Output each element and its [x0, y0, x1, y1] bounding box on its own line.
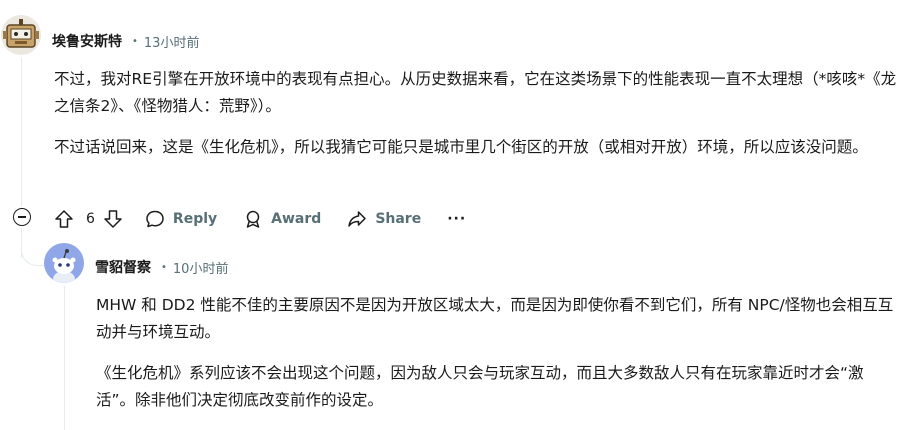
- comment-timestamp[interactable]: 13小时前: [144, 32, 200, 51]
- share-arrow-icon: [348, 211, 367, 227]
- comment-action-bar: 6 Reply Award Share ···: [54, 205, 492, 233]
- comment-timestamp[interactable]: 10小时前: [173, 258, 229, 277]
- ellipsis-icon: ···: [447, 211, 467, 227]
- upvote-arrow-icon[interactable]: [54, 209, 74, 229]
- avatar-robot-icon: [3, 19, 39, 48]
- meta-separator: •: [132, 35, 138, 47]
- comment-header: 埃鲁安斯特 • 13小时前: [52, 31, 199, 51]
- collapse-minus-icon: [18, 216, 26, 218]
- award-label: Award: [271, 211, 322, 227]
- award-button[interactable]: Award: [243, 209, 321, 229]
- speech-bubble-icon: [146, 210, 164, 228]
- comment-body: MHW 和 DD2 性能不佳的主要原因不是因为开放区域太大，而是因为即使你看不到…: [96, 292, 896, 414]
- comment-author[interactable]: 埃鲁安斯特: [52, 31, 122, 51]
- vote-group: 6: [54, 209, 123, 229]
- thread-line-main: [21, 58, 22, 206]
- downvote-arrow-icon[interactable]: [103, 209, 123, 229]
- share-label: Share: [375, 211, 422, 227]
- award-ribbon-icon: [246, 210, 260, 228]
- comment-author[interactable]: 雪貂督察: [95, 257, 151, 277]
- comment-header: 雪貂督察 • 10小时前: [95, 257, 228, 277]
- share-button[interactable]: Share: [347, 209, 421, 229]
- comment-body: 不过，我对RE引擎在开放环境中的表现有点担心。从历史数据来看，它在这类场景下的性…: [54, 66, 899, 161]
- thread-connector: [21, 235, 44, 266]
- vote-count: 6: [86, 211, 95, 227]
- collapse-button[interactable]: [13, 208, 31, 226]
- avatar-snoo-icon: [52, 249, 76, 283]
- avatar[interactable]: [1, 15, 41, 55]
- reply-label: Reply: [172, 211, 218, 227]
- avatar[interactable]: [44, 243, 84, 283]
- comment-paragraph: 不过话说回来，这是《生化危机》，所以我猜它可能只是城市里几个街区的开放（或相对开…: [54, 138, 868, 156]
- reply-button[interactable]: Reply: [145, 209, 217, 229]
- comment-paragraph: 《生化危机》系列应该不会出现这个问题，因为敌人只会与玩家互动，而且大多数敌人只有…: [96, 364, 864, 409]
- comment-paragraph: MHW 和 DD2 性能不佳的主要原因不是因为开放区域太大，而是因为即使你看不到…: [96, 296, 894, 341]
- more-options-button[interactable]: ···: [447, 211, 466, 227]
- meta-separator: •: [161, 261, 167, 273]
- comment-paragraph: 不过，我对RE引擎在开放环境中的表现有点担心。从历史数据来看，它在这类场景下的性…: [54, 70, 897, 115]
- thread-line-reply: [64, 286, 65, 430]
